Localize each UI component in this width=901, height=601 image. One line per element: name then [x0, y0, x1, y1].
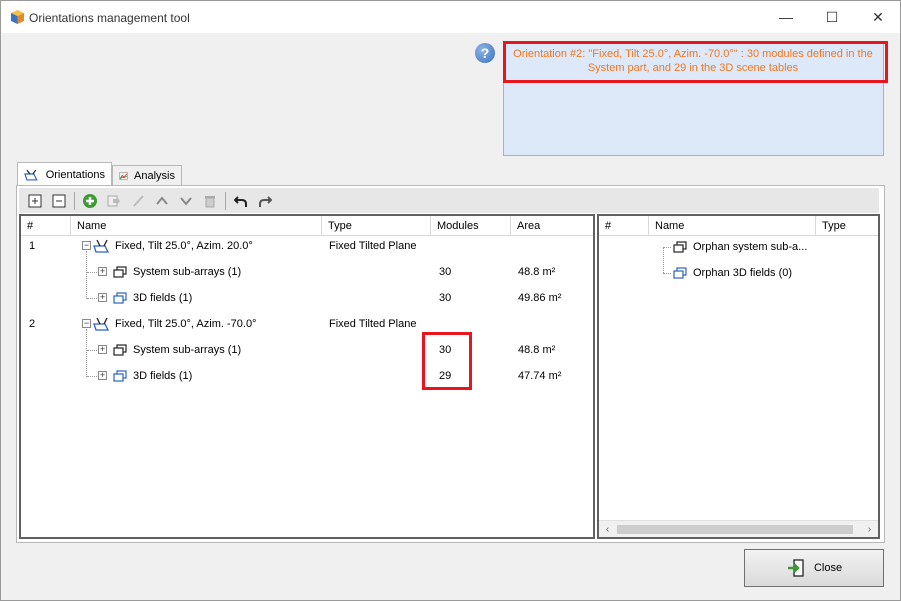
tab-orientations[interactable]: Orientations [17, 162, 112, 186]
row-type: Fixed Tilted Plane [329, 240, 417, 252]
close-window-button[interactable]: ✕ [855, 1, 901, 33]
close-button[interactable]: Close [744, 549, 884, 587]
row-modules: 30 [439, 266, 452, 278]
collapse-all-icon[interactable] [47, 190, 71, 212]
down-icon[interactable] [174, 190, 198, 212]
col-header-type[interactable]: Type [322, 216, 431, 236]
scroll-right-icon[interactable]: › [861, 521, 878, 537]
row-name: Fixed, Tilt 25.0°, Azim. 20.0° [115, 240, 253, 252]
collapse-toggle[interactable]: − [82, 241, 91, 250]
horizontal-scrollbar[interactable]: ‹ › [599, 520, 878, 537]
up-icon[interactable] [150, 190, 174, 212]
tab-analysis[interactable]: Analysis [112, 165, 182, 186]
tree-line [87, 298, 97, 299]
tree-line [663, 273, 671, 274]
expand-toggle[interactable]: + [98, 371, 107, 380]
orphan-name: Orphan 3D fields (0) [693, 267, 793, 279]
col-header-area[interactable]: Area [511, 216, 593, 236]
expand-toggle[interactable]: + [98, 345, 107, 354]
col-header-num[interactable]: # [599, 216, 649, 236]
expand-all-icon[interactable] [23, 190, 47, 212]
tree-line [87, 350, 97, 351]
orientation-icon [93, 239, 110, 253]
orphan-name: Orphan system sub-a... [693, 241, 808, 253]
col-header-modules[interactable]: Modules [431, 216, 511, 236]
sub-array-icon [113, 344, 127, 356]
scrollbar-thumb[interactable] [617, 525, 853, 534]
toolbar-separator [74, 191, 75, 210]
modules-highlight-box [422, 332, 472, 390]
field-3d-icon [113, 292, 127, 304]
row-area: 48.8 m² [518, 344, 556, 356]
window-title: Orientations management tool [29, 11, 190, 25]
row-area: 47.74 m² [518, 370, 562, 382]
tree-line [87, 272, 97, 273]
help-icon[interactable]: ? [475, 43, 495, 63]
row-name: System sub-arrays (1) [133, 266, 242, 278]
orientation-icon [93, 317, 110, 331]
sub-array-icon [113, 266, 127, 278]
tab-orientations-label: Orientations [45, 168, 105, 181]
undo-icon[interactable] [229, 190, 253, 212]
chart-icon [119, 172, 128, 180]
orientations-window: Orientations management tool — ☐ ✕ ? Ori… [0, 0, 901, 601]
orphan-tree[interactable]: # Name Type Orphan system sub-a... Orpha… [597, 214, 880, 539]
tree-line [86, 251, 87, 299]
tree-line [86, 329, 87, 377]
row-area: 49.86 m² [518, 292, 562, 304]
scroll-left-icon[interactable]: ‹ [599, 521, 616, 537]
col-header-type[interactable]: Type [816, 216, 878, 236]
row-name: Fixed, Tilt 25.0°, Azim. -70.0° [115, 318, 257, 330]
tree-line [87, 376, 97, 377]
minimize-button[interactable]: — [763, 1, 809, 33]
exit-icon [787, 559, 804, 577]
info-highlight-box [503, 41, 888, 83]
tree-line [663, 247, 664, 273]
collapse-toggle[interactable]: − [82, 319, 91, 328]
redo-icon[interactable] [253, 190, 277, 212]
row-number: 2 [29, 318, 36, 330]
field-3d-icon [113, 370, 127, 382]
row-type: Fixed Tilted Plane [329, 318, 417, 330]
toolbar-separator [225, 191, 226, 210]
row-name: 3D fields (1) [133, 370, 193, 382]
tree-line [663, 247, 671, 248]
row-area: 48.8 m² [518, 266, 556, 278]
col-header-name[interactable]: Name [71, 216, 322, 236]
expand-toggle[interactable]: + [98, 293, 107, 302]
orientations-tree[interactable]: # Name Type Modules Area 1 − Fixed, Tilt… [19, 214, 595, 539]
maximize-button[interactable]: ☐ [809, 1, 855, 33]
row-modules: 30 [439, 292, 452, 304]
expand-toggle[interactable]: + [98, 267, 107, 276]
close-button-label: Close [813, 562, 843, 574]
app-icon [11, 10, 24, 24]
col-header-num[interactable]: # [21, 216, 71, 236]
row-name: System sub-arrays (1) [133, 344, 242, 356]
field-3d-icon [673, 267, 687, 279]
sub-array-icon [673, 241, 687, 253]
col-header-name[interactable]: Name [649, 216, 816, 236]
toolbar [19, 188, 879, 213]
tab-analysis-label: Analysis [134, 170, 175, 182]
orientation-icon [24, 169, 38, 180]
row-name: 3D fields (1) [133, 292, 193, 304]
move-icon[interactable] [102, 190, 126, 212]
title-bar: Orientations management tool — ☐ ✕ [1, 1, 900, 33]
row-number: 1 [29, 240, 36, 252]
add-icon[interactable] [78, 190, 102, 212]
delete-icon[interactable] [198, 190, 222, 212]
edit-icon[interactable] [126, 190, 150, 212]
